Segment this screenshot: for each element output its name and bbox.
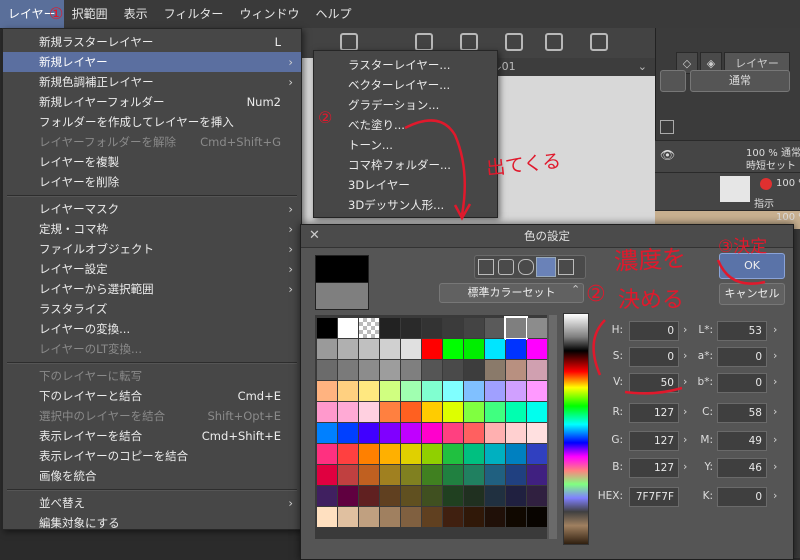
annotation-arrow [404,119,466,216]
annotation-stroke [592,319,606,376]
annotation-strokes [404,119,766,395]
annotation-underline [624,386,683,395]
annotation-stroke [716,259,766,285]
